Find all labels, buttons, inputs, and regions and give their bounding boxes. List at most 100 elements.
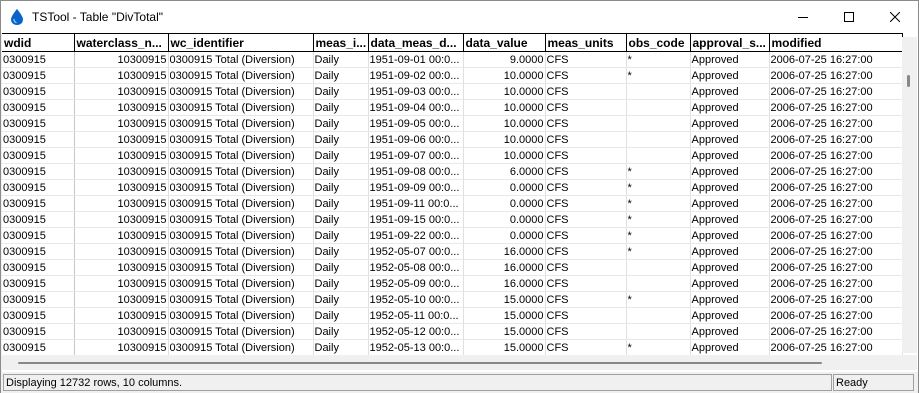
table-cell[interactable]: Approved	[690, 67, 770, 84]
table-cell[interactable]	[626, 323, 691, 340]
table-cell[interactable]: 15.0000	[463, 323, 546, 340]
table-cell[interactable]: 0300915 Total (Diversion)	[168, 83, 314, 100]
table-cell[interactable]: Approved	[690, 275, 770, 292]
table-cell[interactable]: 2006-07-25 16:27:00	[769, 291, 903, 308]
table-row[interactable]: 0300915 10300915 0300915 Total (Diversion)…	[2, 195, 903, 212]
table-cell[interactable]: 2006-07-25 16:27:00	[769, 83, 903, 100]
vertical-scrollbar[interactable]	[902, 37, 917, 353]
table-cell[interactable]: 0300915	[2, 323, 75, 340]
table-cell[interactable]: 2006-07-25 16:27:00	[769, 275, 903, 292]
table-cell[interactable]: 1951-09-22 00:0...	[368, 227, 464, 244]
table-cell[interactable]: 1951-09-05 00:0...	[368, 115, 464, 132]
column-header[interactable]: meas_units	[545, 33, 627, 52]
table-cell[interactable]: Daily	[313, 179, 369, 196]
table-cell[interactable]: 0300915	[2, 83, 75, 100]
table-cell[interactable]: Approved	[690, 307, 770, 324]
table-row[interactable]: 0300915 10300915 0300915 Total (Diversion)…	[2, 259, 903, 276]
table-cell[interactable]: 10300915	[74, 211, 169, 228]
table-cell[interactable]: 16.0000	[463, 275, 546, 292]
table-cell[interactable]: CFS	[545, 291, 627, 308]
table-cell[interactable]	[626, 259, 691, 276]
table-cell[interactable]: Approved	[690, 195, 770, 212]
table-cell[interactable]: 2006-07-25 16:27:00	[769, 51, 903, 68]
table-cell[interactable]: 0300915	[2, 147, 75, 164]
table-cell[interactable]: 1952-05-08 00:0...	[368, 259, 464, 276]
table-cell[interactable]: 0300915 Total (Diversion)	[168, 147, 314, 164]
table-row[interactable]: 0300915 10300915 0300915 Total (Diversion)…	[2, 339, 903, 356]
table-cell[interactable]: CFS	[545, 51, 627, 68]
table-cell[interactable]: 2006-07-25 16:27:00	[769, 339, 903, 356]
table-cell[interactable]: 10300915	[74, 51, 169, 68]
table-cell[interactable]: 10.0000	[463, 131, 546, 148]
table-cell[interactable]: 1952-05-12 00:0...	[368, 323, 464, 340]
table-cell[interactable]: CFS	[545, 323, 627, 340]
maximize-button[interactable]	[826, 1, 872, 32]
table-cell[interactable]: Approved	[690, 227, 770, 244]
table-cell[interactable]: CFS	[545, 259, 627, 276]
table-row[interactable]: 0300915 10300915 0300915 Total (Diversion)…	[2, 99, 903, 116]
table-cell[interactable]: CFS	[545, 115, 627, 132]
table-cell[interactable]: 1951-09-04 00:0...	[368, 99, 464, 116]
table-cell[interactable]: CFS	[545, 99, 627, 116]
table-cell[interactable]: 10300915	[74, 83, 169, 100]
table-cell[interactable]: Approved	[690, 179, 770, 196]
table-cell[interactable]: 10300915	[74, 307, 169, 324]
table-cell[interactable]: 10.0000	[463, 147, 546, 164]
table-cell[interactable]: 2006-07-25 16:27:00	[769, 147, 903, 164]
table-cell[interactable]: CFS	[545, 147, 627, 164]
table-cell[interactable]: CFS	[545, 243, 627, 260]
table-row[interactable]: 0300915 10300915 0300915 Total (Diversion)…	[2, 179, 903, 196]
table-cell[interactable]: 10300915	[74, 195, 169, 212]
vertical-scroll-thumb[interactable]	[907, 75, 910, 87]
table-cell[interactable]: Approved	[690, 131, 770, 148]
table-cell[interactable]: Daily	[313, 227, 369, 244]
data-table[interactable]: wdid waterclass_n... wc_identifier meas_i..…	[2, 33, 903, 356]
table-cell[interactable]: 0300915 Total (Diversion)	[168, 339, 314, 356]
table-cell[interactable]: CFS	[545, 227, 627, 244]
table-cell[interactable]: 10300915	[74, 243, 169, 260]
table-cell[interactable]: 0300915	[2, 51, 75, 68]
column-header[interactable]: data_meas_d...	[368, 33, 464, 52]
table-cell[interactable]: 1952-05-07 00:0...	[368, 243, 464, 260]
table-cell[interactable]: Approved	[690, 339, 770, 356]
table-cell[interactable]: 1952-05-13 00:0...	[368, 339, 464, 356]
data-table-area[interactable]: wdid waterclass_n... wc_identifier meas_i..…	[2, 33, 918, 372]
table-cell[interactable]: 10.0000	[463, 99, 546, 116]
table-cell[interactable]: 2006-07-25 16:27:00	[769, 227, 903, 244]
table-cell[interactable]: 10300915	[74, 99, 169, 116]
table-cell[interactable]: 15.0000	[463, 339, 546, 356]
table-cell[interactable]	[626, 83, 691, 100]
table-cell[interactable]: 1951-09-11 00:0...	[368, 195, 464, 212]
horizontal-scroll-thumb[interactable]	[18, 362, 822, 364]
table-cell[interactable]: 16.0000	[463, 259, 546, 276]
column-header[interactable]: wc_identifier	[168, 33, 314, 52]
table-cell[interactable]: CFS	[545, 163, 627, 180]
table-cell[interactable]: Daily	[313, 307, 369, 324]
table-cell[interactable]: Approved	[690, 243, 770, 260]
table-cell[interactable]	[626, 275, 691, 292]
table-cell[interactable]: 2006-07-25 16:27:00	[769, 67, 903, 84]
table-cell[interactable]: 0300915 Total (Diversion)	[168, 67, 314, 84]
table-cell[interactable]: 10300915	[74, 227, 169, 244]
table-cell[interactable]: *	[626, 163, 691, 180]
table-cell[interactable]: 1951-09-15 00:0...	[368, 211, 464, 228]
table-cell[interactable]: 2006-07-25 16:27:00	[769, 99, 903, 116]
table-row[interactable]: 0300915 10300915 0300915 Total (Diversion)…	[2, 147, 903, 164]
table-cell[interactable]: CFS	[545, 131, 627, 148]
table-cell[interactable]: 0300915 Total (Diversion)	[168, 275, 314, 292]
table-cell[interactable]: Approved	[690, 147, 770, 164]
table-cell[interactable]: Approved	[690, 323, 770, 340]
table-cell[interactable]: 2006-07-25 16:27:00	[769, 179, 903, 196]
table-cell[interactable]: 0300915	[2, 163, 75, 180]
table-cell[interactable]: 0300915 Total (Diversion)	[168, 99, 314, 116]
table-cell[interactable]: Daily	[313, 99, 369, 116]
table-row[interactable]: 0300915 10300915 0300915 Total (Diversion)…	[2, 275, 903, 292]
table-cell[interactable]: 2006-07-25 16:27:00	[769, 115, 903, 132]
table-cell[interactable]: 1952-05-09 00:0...	[368, 275, 464, 292]
table-cell[interactable]: 1951-09-06 00:0...	[368, 131, 464, 148]
table-cell[interactable]: *	[626, 51, 691, 68]
table-cell[interactable]: 0300915	[2, 291, 75, 308]
table-cell[interactable]	[626, 99, 691, 116]
table-cell[interactable]: *	[626, 291, 691, 308]
table-cell[interactable]: 1951-09-08 00:0...	[368, 163, 464, 180]
